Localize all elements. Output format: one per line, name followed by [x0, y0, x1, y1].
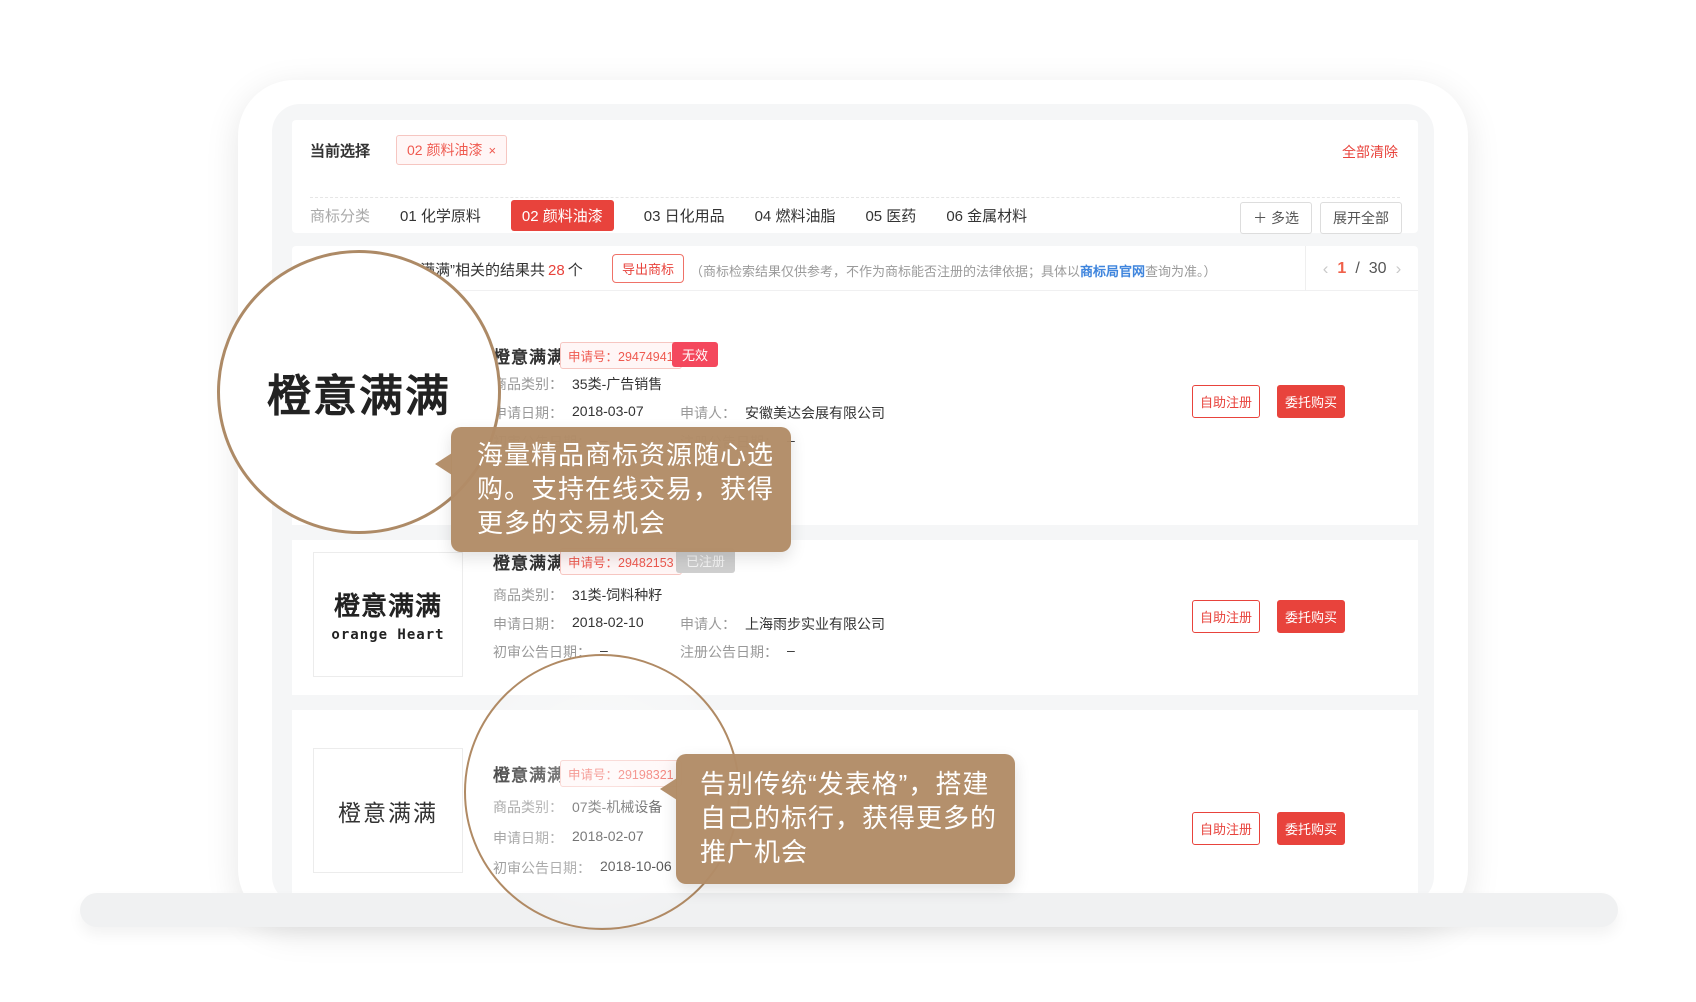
next-page-icon[interactable]: ›	[1396, 259, 1402, 279]
filter-section: 当前选择 02 颜料油漆 × 全部清除 商标分类 01 化学原料 02 颜料油漆…	[292, 120, 1418, 233]
disclaimer-prefix: （商标检索结果仅供参考，不作为商标能否注册的法律依据；具体以	[690, 264, 1080, 279]
tooltip-line: 告别传统“发表格”，搭建	[700, 767, 1015, 801]
close-icon[interactable]: ×	[488, 143, 496, 158]
selected-filter-tag-text: 02 颜料油漆	[407, 140, 482, 160]
clear-all-link[interactable]: 全部清除	[1342, 142, 1398, 162]
tooltip-line: 自己的标行，获得更多的	[700, 801, 1015, 835]
multi-select-button[interactable]: ＋ 多选	[1240, 202, 1312, 234]
category-actions: ＋ 多选 展开全部	[1240, 202, 1402, 234]
apply-date-field: 申请日期：2018-02-10	[493, 614, 644, 634]
self-register-button[interactable]: 自助注册	[1192, 385, 1260, 418]
self-register-button[interactable]: 自助注册	[1192, 812, 1260, 845]
category-item-04[interactable]: 04 燃料油脂	[755, 205, 836, 226]
tooltip-promotion: 告别传统“发表格”，搭建 自己的标行，获得更多的 推广机会	[676, 754, 1015, 884]
page: 当前选择 02 颜料油漆 × 全部清除 商标分类 01 化学原料 02 颜料油漆…	[0, 0, 1696, 1002]
export-trademark-button[interactable]: 导出商标	[612, 254, 684, 283]
total-pages: 30	[1369, 260, 1387, 278]
disclaimer-suffix: 查询为准。）	[1145, 264, 1217, 279]
selected-filter-tag[interactable]: 02 颜料油漆 ×	[396, 135, 507, 165]
self-register-button[interactable]: 自助注册	[1192, 600, 1260, 633]
trademark-image-subtext: orange Heart	[331, 627, 444, 643]
results-count: 28	[548, 262, 565, 279]
category-item-03[interactable]: 03 日化用品	[644, 205, 725, 226]
trademark-name: 橙意满满	[493, 343, 565, 368]
category-item-06[interactable]: 06 金属材料	[946, 205, 1027, 226]
pagination: ‹ 1 / 30 ›	[1305, 246, 1418, 291]
entrust-buy-button[interactable]: 委托购买	[1277, 600, 1345, 633]
current-page: 1	[1337, 260, 1346, 278]
category-row: 商标分类 01 化学原料 02 颜料油漆 03 日化用品 04 燃料油脂 05 …	[310, 197, 1027, 233]
page-separator: /	[1355, 260, 1359, 278]
application-number-tag: 申请号：29474941	[560, 342, 682, 369]
application-number-tag: 申请号：29482153	[560, 548, 682, 575]
disclaimer: （商标检索结果仅供参考，不作为商标能否注册的法律依据；具体以商标局官网查询为准。…	[690, 261, 1217, 280]
trademark-image[interactable]: 橙意满满	[313, 748, 463, 873]
tooltip-marketplace: 海量精品商标资源随心选 购。支持在线交易，获得 更多的交易机会	[451, 427, 791, 552]
results-unit: 个	[568, 262, 583, 279]
prev-page-icon[interactable]: ‹	[1323, 259, 1329, 279]
applicant-field: 申请人：上海雨步实业有限公司	[680, 614, 885, 634]
category-item-01[interactable]: 01 化学原料	[400, 205, 481, 226]
category-item-02-selected[interactable]: 02 颜料油漆	[511, 200, 614, 231]
category-label: 商标分类	[310, 205, 370, 226]
trademark-image[interactable]: 橙意满满 orange Heart	[313, 552, 463, 677]
tooltip-line: 更多的交易机会	[477, 506, 791, 540]
status-badge: 无效	[672, 342, 718, 367]
tooltip-line: 海量精品商标资源随心选	[477, 438, 791, 472]
entrust-buy-button[interactable]: 委托购买	[1277, 385, 1345, 418]
apply-date-field: 申请日期：2018-03-07	[493, 403, 644, 423]
tooltip-line: 推广机会	[700, 835, 1015, 869]
current-selection-row: 当前选择 02 颜料油漆 ×	[310, 120, 507, 180]
mockup-base	[80, 893, 1618, 927]
trademark-image-text: 橙意满满	[338, 794, 438, 828]
category-item-05[interactable]: 05 医药	[865, 205, 916, 226]
applicant-field: 申请人：安徽美达会展有限公司	[680, 403, 885, 423]
trademark-name: 橙意满满	[493, 549, 565, 574]
row-separator	[292, 695, 1418, 710]
tooltip-line: 购。支持在线交易，获得	[477, 472, 791, 506]
trademark-office-link[interactable]: 商标局官网	[1080, 264, 1145, 279]
results-header: 为您检索到“橙意满满”相关的结果共28个 导出商标 （商标检索结果仅供参考，不作…	[292, 246, 1418, 291]
goods-category-field: 商品类别：35类-广告销售	[493, 374, 662, 394]
goods-category-field: 商品类别：31类-饲料种籽	[493, 585, 662, 605]
current-selection-label: 当前选择	[310, 140, 370, 161]
entrust-buy-button[interactable]: 委托购买	[1277, 812, 1345, 845]
expand-all-button[interactable]: 展开全部	[1320, 202, 1402, 234]
registration-publication-field: 注册公告日期：–	[680, 642, 795, 662]
magnified-trademark-text: 橙意满满	[267, 360, 451, 424]
trademark-image-text: 橙意满满	[334, 586, 442, 623]
